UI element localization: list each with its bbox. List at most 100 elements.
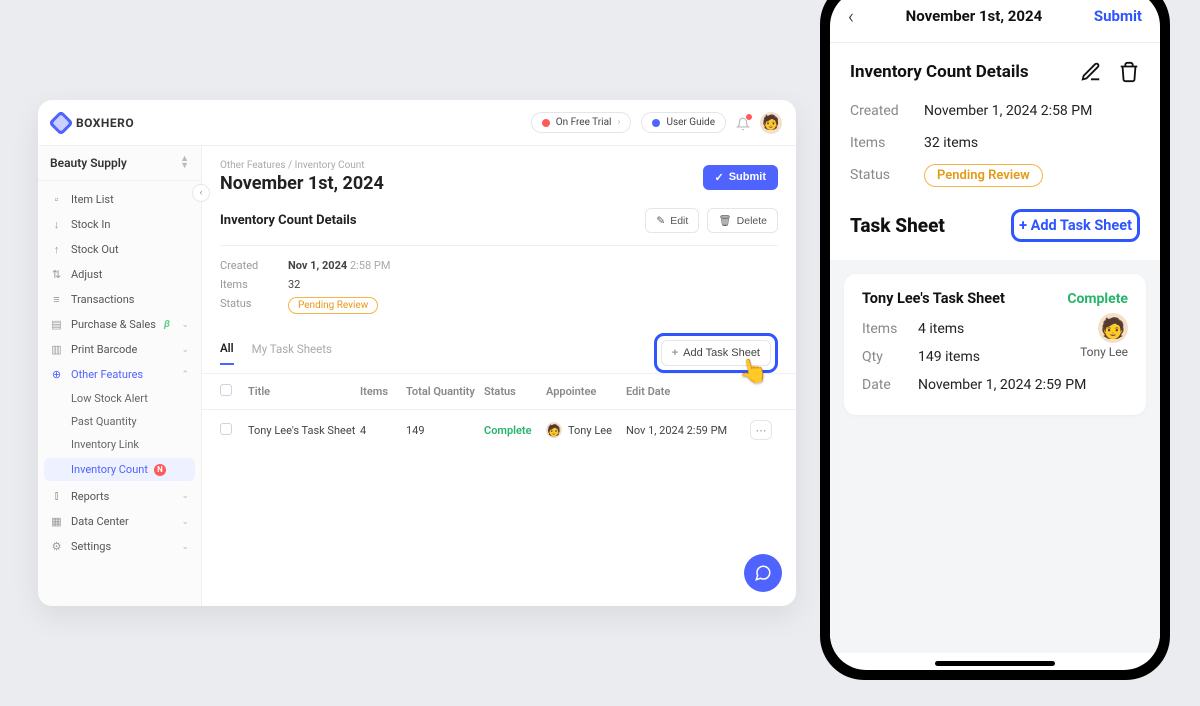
- mobile-page-title: November 1st, 2024: [854, 7, 1094, 25]
- app-body: Beauty Supply ▲▼ ‹ ▫Item List ↓Stock In …: [38, 146, 796, 606]
- chevron-down-icon: ⌄: [181, 491, 189, 501]
- sidebar: Beauty Supply ▲▼ ‹ ▫Item List ↓Stock In …: [38, 146, 202, 606]
- details-section: Inventory Count Details ✎Edit 🗑Delete Cr…: [202, 194, 796, 317]
- sidebar-item-other-features[interactable]: ⊕Other Features⌃: [38, 362, 201, 387]
- th-status[interactable]: Status: [484, 385, 546, 398]
- chevron-down-icon: ⌄: [181, 517, 189, 527]
- trial-pill[interactable]: On Free Trial ›: [531, 112, 632, 133]
- breadcrumb-a[interactable]: Other Features: [220, 160, 286, 171]
- th-items[interactable]: Items: [360, 385, 406, 398]
- m-items-label: Items: [850, 135, 924, 151]
- mobile-details-title: Inventory Count Details: [850, 62, 1080, 82]
- chat-fab[interactable]: [744, 554, 782, 592]
- main-content: Other Features / Inventory Count Novembe…: [202, 146, 796, 606]
- cell-appointee: 🧑Tony Lee: [546, 422, 626, 438]
- chevron-down-icon: ⌄: [181, 345, 189, 355]
- logo-icon: [48, 110, 73, 135]
- doc-icon: ▤: [50, 318, 63, 331]
- mobile-frame: ‹ November 1st, 2024 Submit Inventory Co…: [820, 0, 1170, 680]
- alert-dot-icon: [542, 119, 550, 127]
- task-sheet-card[interactable]: Tony Lee's Task Sheet Complete Items4 it…: [844, 274, 1146, 415]
- guide-pill[interactable]: User Guide: [641, 112, 726, 133]
- edit-label: Edit: [670, 215, 688, 227]
- row-more-button[interactable]: ⋯: [750, 420, 772, 440]
- row-checkbox[interactable]: [220, 423, 232, 435]
- sidebar-sub-past-qty[interactable]: Past Quantity: [38, 410, 201, 433]
- cell-title: Tony Lee's Task Sheet: [248, 424, 360, 437]
- user-avatar[interactable]: 🧑: [760, 112, 782, 134]
- chevron-up-icon: ⌃: [181, 370, 189, 380]
- nav-sub-label: Inventory Count: [71, 463, 148, 476]
- page-title: November 1st, 2024: [220, 173, 384, 194]
- new-badge-icon: N: [154, 464, 166, 476]
- card-status: Complete: [1067, 291, 1128, 307]
- sidebar-item-item-list[interactable]: ▫Item List: [38, 187, 201, 212]
- th-appointee[interactable]: Appointee: [546, 385, 626, 398]
- sidebar-item-data-center[interactable]: ▦Data Center⌄: [38, 509, 201, 534]
- card-date-label: Date: [862, 377, 918, 393]
- status-badge: Pending Review: [924, 164, 1043, 187]
- add-task-sheet-highlight: + Add Task Sheet: [1011, 209, 1140, 242]
- edit-icon[interactable]: [1080, 61, 1102, 83]
- topbar: BOXHERO On Free Trial › User Guide 🧑: [38, 100, 796, 146]
- mobile-add-task-sheet-button[interactable]: + Add Task Sheet: [1019, 217, 1132, 234]
- card-user-name: Tony Lee: [1080, 345, 1128, 359]
- nav-label: Transactions: [71, 293, 134, 306]
- m-status-label: Status: [850, 167, 924, 183]
- sidebar-item-print-barcode[interactable]: ▥Print Barcode⌄: [38, 337, 201, 362]
- status-value: Pending Review: [288, 297, 378, 314]
- sidebar-sub-low-stock[interactable]: Low Stock Alert: [38, 387, 201, 410]
- delete-button[interactable]: 🗑Delete: [707, 208, 778, 233]
- divider: [220, 245, 778, 246]
- mobile-submit-button[interactable]: Submit: [1094, 7, 1142, 25]
- mobile-task-sheet-header: Task Sheet + Add Task Sheet: [830, 209, 1160, 260]
- home-indicator: [935, 661, 1055, 666]
- nav-label: Stock In: [71, 218, 110, 231]
- submit-button[interactable]: ✓Submit: [703, 165, 779, 190]
- status-badge: Pending Review: [288, 297, 378, 314]
- list-icon: ≡: [50, 293, 63, 306]
- th-total-qty[interactable]: Total Quantity: [406, 385, 484, 398]
- team-selector[interactable]: Beauty Supply ▲▼: [38, 146, 201, 181]
- barcode-icon: ▥: [50, 343, 63, 356]
- brand-logo[interactable]: BOXHERO: [52, 114, 134, 132]
- details-title: Inventory Count Details: [220, 213, 357, 228]
- nav-label: Reports: [71, 490, 109, 503]
- card-date-value: November 1, 2024 2:59 PM: [918, 377, 1086, 393]
- tab-all[interactable]: All: [220, 341, 234, 365]
- sidebar-sub-inventory-count[interactable]: Inventory Count N: [44, 458, 195, 481]
- chevron-right-icon: ›: [617, 117, 620, 128]
- sidebar-item-adjust[interactable]: ⇅Adjust: [38, 262, 201, 287]
- check-icon: ✓: [715, 171, 724, 184]
- cell-total-qty: 149: [406, 424, 484, 437]
- chart-icon: ⫾: [50, 489, 63, 503]
- sidebar-item-stock-in[interactable]: ↓ Stock In: [38, 212, 201, 237]
- tab-my[interactable]: My Task Sheets: [252, 342, 332, 364]
- delete-label: Delete: [737, 215, 767, 227]
- sidebar-item-transactions[interactable]: ≡ Transactions: [38, 287, 201, 312]
- sidebar-item-settings[interactable]: ⚙Settings⌄: [38, 534, 201, 559]
- chat-icon: [754, 564, 772, 582]
- beta-badge: β: [164, 319, 170, 330]
- sidebar-item-reports[interactable]: ⫾ Reports ⌄: [38, 483, 201, 509]
- mobile-header: ‹ November 1st, 2024 Submit: [830, 0, 1160, 42]
- nav-label: Purchase & Sales: [71, 318, 156, 331]
- select-all-checkbox[interactable]: [220, 384, 232, 396]
- breadcrumb-b[interactable]: Inventory Count: [295, 160, 365, 171]
- table-row[interactable]: Tony Lee's Task Sheet 4 149 Complete 🧑To…: [202, 409, 796, 450]
- mobile-details-section: Inventory Count Details CreatedNovember …: [830, 43, 1160, 209]
- th-title[interactable]: Title: [248, 385, 360, 398]
- nav-label: Other Features: [71, 368, 143, 381]
- notifications-button[interactable]: [736, 116, 750, 130]
- download-icon: ↓: [50, 218, 63, 231]
- th-edit-date[interactable]: Edit Date: [626, 385, 750, 398]
- cell-status: Complete: [484, 424, 546, 437]
- sidebar-sub-inventory-link[interactable]: Inventory Link: [38, 433, 201, 456]
- edit-button[interactable]: ✎Edit: [645, 208, 699, 233]
- m-status-value: Pending Review: [924, 167, 1043, 183]
- sidebar-item-purchase-sales[interactable]: ▤Purchase & Salesβ⌄: [38, 312, 201, 337]
- appointee-name: Tony Lee: [568, 424, 612, 437]
- breadcrumb[interactable]: Other Features / Inventory Count: [220, 160, 384, 171]
- trash-icon[interactable]: [1118, 61, 1140, 83]
- sidebar-item-stock-out[interactable]: ↑Stock Out: [38, 237, 201, 262]
